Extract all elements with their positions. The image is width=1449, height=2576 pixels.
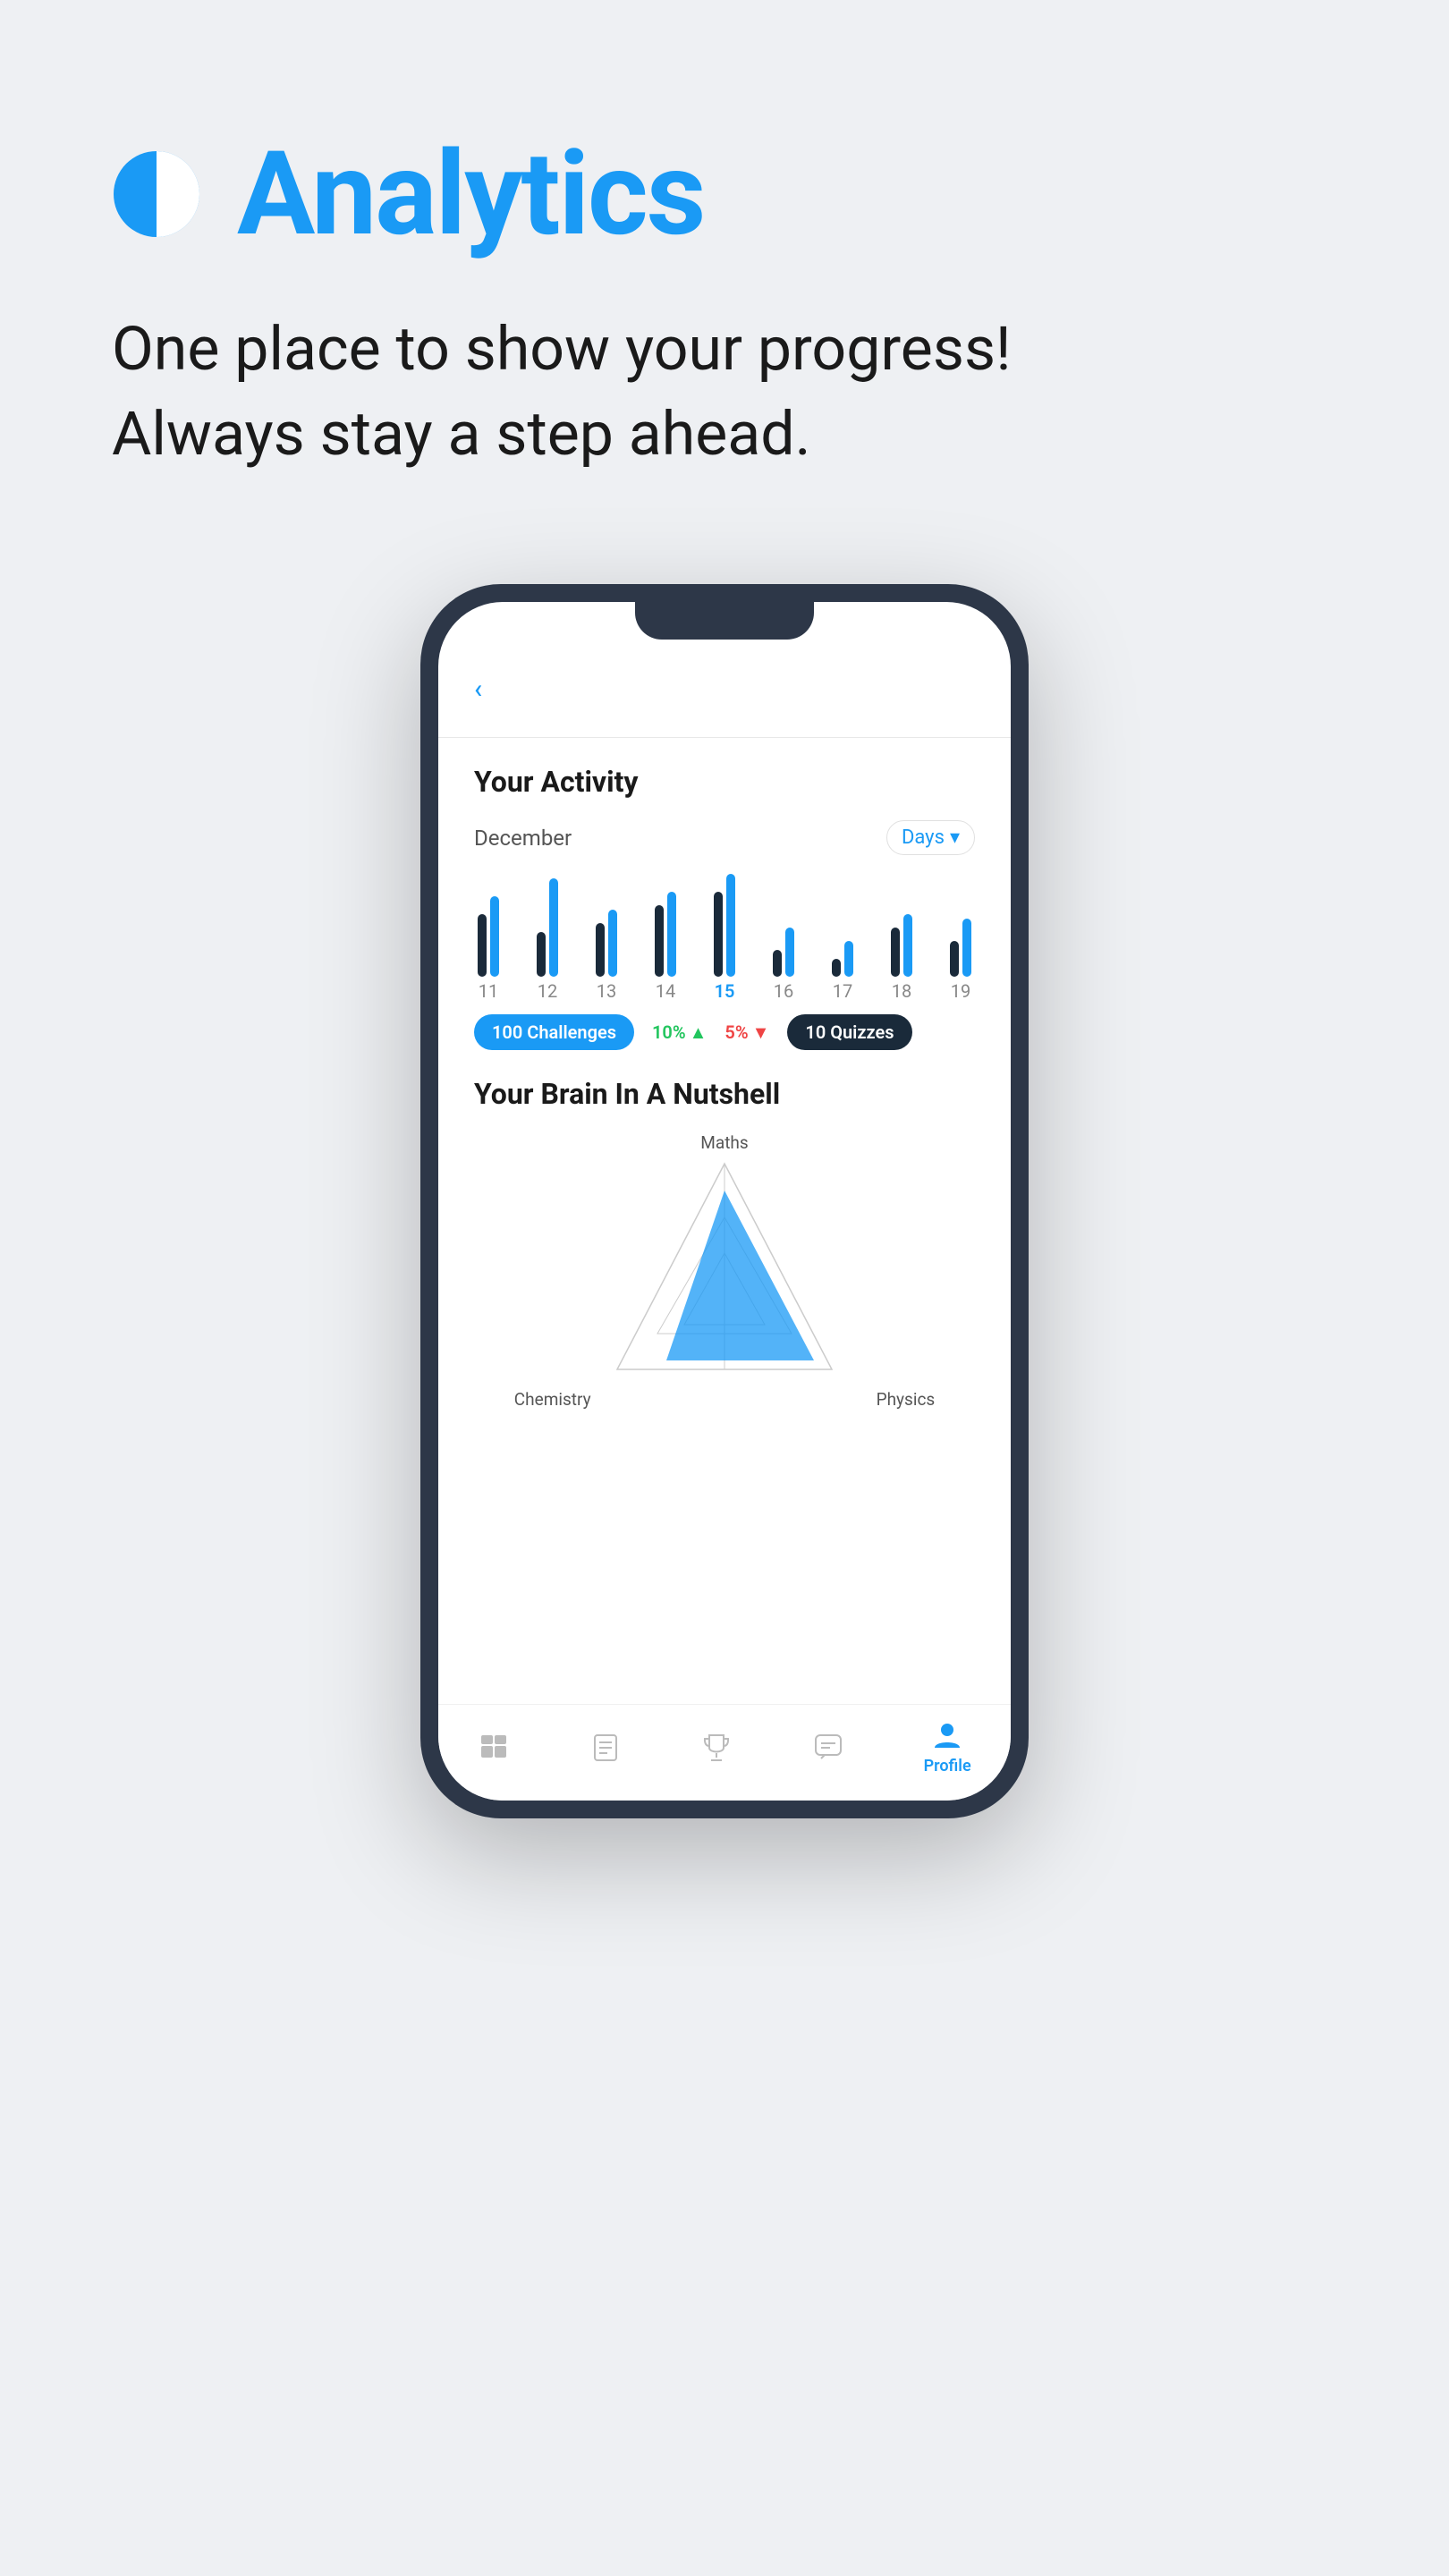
arrow-up-icon: ▲ — [690, 1021, 708, 1044]
bar-label: 18 — [892, 980, 911, 1002]
divider — [438, 737, 1011, 738]
phone-container: ‹ Your Activity December Days ▾ — [0, 530, 1449, 1818]
screen-content: ‹ Your Activity December Days ▾ — [438, 620, 1011, 1704]
profile-icon — [931, 1719, 963, 1751]
bar-blue — [549, 878, 558, 977]
stat-up-value: 10% — [652, 1021, 686, 1043]
phone-frame: ‹ Your Activity December Days ▾ — [420, 584, 1029, 1818]
bar-label: 12 — [538, 980, 557, 1002]
bar-day-11: 11 — [478, 869, 499, 1002]
chat-icon — [812, 1732, 844, 1764]
analytics-icon — [112, 149, 201, 239]
nav-item-lessons[interactable] — [589, 1732, 622, 1764]
month-label: December — [474, 826, 572, 851]
brain-section: Your Brain In A Nutshell Maths Chemistry… — [474, 1077, 975, 1410]
profile-nav-label: Profile — [924, 1757, 971, 1775]
quizzes-badge: 10 Quizzes — [787, 1014, 911, 1050]
stat-down: 5% ▼ — [724, 1021, 769, 1044]
bar-day-19: 19 — [950, 869, 971, 1002]
bar-day-12: 12 — [537, 869, 558, 1002]
stats-row: 100 Challenges 10% ▲ 5% ▼ 10 Quizzes — [474, 1014, 975, 1050]
header-section: Analytics One place to show your progres… — [0, 0, 1449, 530]
bar-label: 11 — [479, 980, 498, 1002]
bar-dark — [773, 950, 782, 977]
trophy-icon — [700, 1732, 733, 1764]
bar-day-15-active: 15 — [714, 869, 735, 1002]
challenges-count: 100 — [492, 1021, 522, 1043]
bar-day-16: 16 — [773, 869, 794, 1002]
brain-title: Your Brain In A Nutshell — [474, 1077, 975, 1111]
page-title: Analytics — [237, 125, 704, 262]
bar-dark — [655, 905, 664, 977]
nav-item-chat[interactable] — [812, 1732, 844, 1764]
bar-day-14: 14 — [655, 869, 676, 1002]
bar-blue — [962, 919, 971, 977]
bar-label: 13 — [597, 980, 616, 1002]
lessons-icon — [589, 1732, 622, 1764]
bar-blue — [785, 928, 794, 977]
page-subtitle: One place to show your progress! Always … — [112, 307, 1337, 477]
bar-dark — [832, 959, 841, 977]
bar-blue — [608, 910, 617, 977]
bar-label: 17 — [833, 980, 852, 1002]
phone-notch — [635, 602, 814, 640]
dropdown-chevron-icon: ▾ — [950, 826, 960, 849]
bar-dark — [891, 928, 900, 977]
bar-label: 19 — [951, 980, 970, 1002]
stat-down-value: 5% — [724, 1021, 748, 1043]
bar-dark — [596, 923, 605, 977]
radar-chart: Maths Chemistry Physics — [474, 1132, 975, 1410]
stat-up: 10% ▲ — [652, 1021, 707, 1044]
bar-label: 14 — [656, 980, 675, 1002]
radar-label-physics: Physics — [877, 1389, 936, 1410]
nav-item-profile[interactable]: Profile — [924, 1719, 971, 1775]
quizzes-label: Quizzes — [830, 1021, 894, 1043]
challenges-label: Challenges — [527, 1021, 616, 1043]
bar-dark — [950, 941, 959, 977]
bar-blue — [490, 896, 499, 977]
bar-blue — [667, 892, 676, 977]
bar-day-17: 17 — [832, 869, 853, 1002]
quizzes-count: 10 — [805, 1021, 826, 1043]
activity-title: Your Activity — [474, 765, 975, 799]
challenges-badge: 100 Challenges — [474, 1014, 634, 1050]
bar-dark — [714, 892, 723, 977]
back-button[interactable]: ‹ — [474, 674, 975, 705]
activity-header: December Days ▾ — [474, 820, 975, 855]
nav-item-home[interactable] — [478, 1732, 510, 1764]
bar-blue — [903, 914, 912, 977]
bar-day-13: 13 — [596, 869, 617, 1002]
arrow-down-icon: ▼ — [752, 1021, 770, 1044]
nav-item-trophy[interactable] — [700, 1732, 733, 1764]
bar-dark — [537, 932, 546, 977]
bottom-nav: Profile — [438, 1704, 1011, 1801]
radar-label-chemistry: Chemistry — [514, 1389, 591, 1410]
bar-dark — [478, 914, 487, 977]
bar-blue — [844, 941, 853, 977]
activity-chart: 11 12 — [474, 877, 975, 1002]
home-icon — [478, 1732, 510, 1764]
bar-label-active: 15 — [715, 980, 735, 1002]
bar-blue — [726, 874, 735, 977]
bar-day-18: 18 — [891, 869, 912, 1002]
back-chevron-icon: ‹ — [474, 674, 482, 705]
radar-svg — [599, 1146, 850, 1396]
phone-screen: ‹ Your Activity December Days ▾ — [438, 602, 1011, 1801]
period-label: Days — [902, 826, 945, 849]
period-dropdown[interactable]: Days ▾ — [886, 820, 975, 855]
bar-label: 16 — [774, 980, 793, 1002]
title-row: Analytics — [112, 125, 1337, 262]
